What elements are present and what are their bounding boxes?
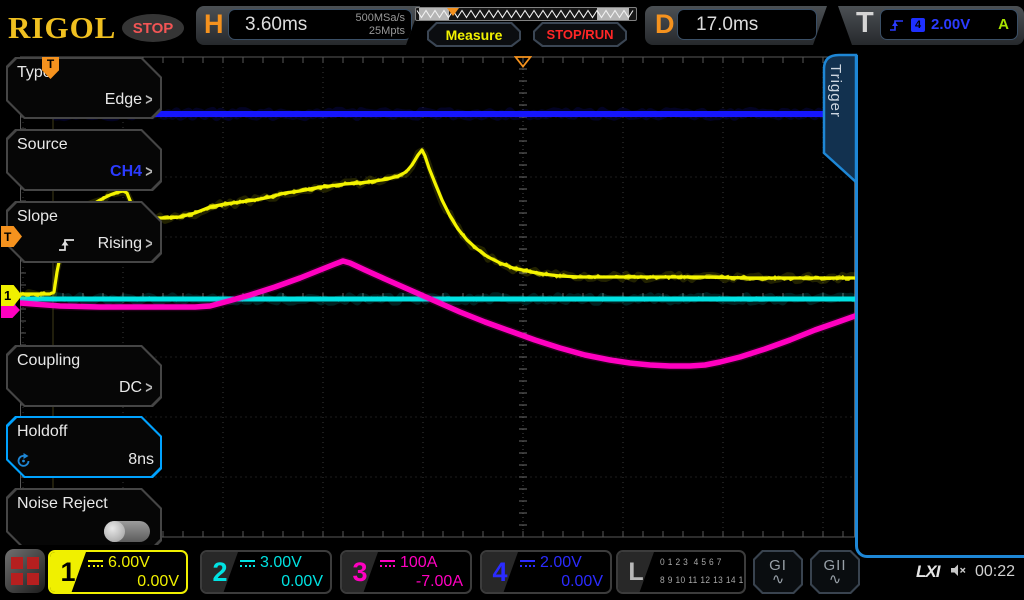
delay-value: 17.0ms xyxy=(696,14,758,36)
channel-1-offset: 0.00V xyxy=(137,573,179,591)
channel-1-status[interactable]: 1 6.00V 0.00V xyxy=(48,550,188,594)
channel-2-status[interactable]: 2 3.00V 0.00V xyxy=(200,550,332,594)
menu-item-slope[interactable]: Slope Rising> xyxy=(6,201,162,263)
digital-channels-status[interactable]: L 0 1 2 3 4 5 6 7 8 9 10 11 12 13 14 15 xyxy=(616,550,746,594)
menu-item-coupling[interactable]: Coupling DC> xyxy=(6,345,162,407)
menu-item-noise-reject[interactable]: Noise Reject xyxy=(6,488,162,550)
channel-2-number: 2 xyxy=(202,552,238,592)
measure-button[interactable]: Measure xyxy=(427,22,521,47)
channel-4-status[interactable]: 4 2.00V 0.00V xyxy=(480,550,612,594)
knob-icon xyxy=(15,452,32,469)
oscilloscope-screen: RIGOL STOP H 3.60ms 500MSa/s 25Mpts Meas… xyxy=(0,0,1024,600)
trigger-status-inset: 4 2.00V A xyxy=(880,9,1018,40)
delay-panel[interactable]: D 17.0ms xyxy=(645,6,827,45)
menu-item-holdoff[interactable]: Holdoff 8ns xyxy=(6,416,162,478)
rigol-logo: RIGOL xyxy=(8,10,116,46)
chevron-right-icon: > xyxy=(145,378,152,398)
trigger-position-icon xyxy=(447,8,459,16)
generator-1-button[interactable]: GI ∿ xyxy=(753,550,803,594)
dc-coupling-icon xyxy=(88,560,103,567)
digital-row-1: 0 1 2 3 4 5 6 7 xyxy=(660,557,722,567)
menu-grid-icon[interactable] xyxy=(5,549,45,593)
horizontal-center-marker xyxy=(514,56,532,68)
clock: 00:22 xyxy=(975,563,1015,581)
chevron-right-icon: > xyxy=(145,234,152,254)
sample-rate: 500MSa/s 25Mpts xyxy=(355,12,405,37)
trigger-tab-label: Trigger xyxy=(827,64,844,118)
chevron-right-icon: > xyxy=(145,162,152,182)
ch1-position-marker[interactable]: 1 xyxy=(1,285,22,306)
channel-2-offset: 0.00V xyxy=(281,573,323,591)
channel-1-number: 1 xyxy=(50,552,86,592)
horizontal-inset: 3.60ms 500MSa/s 25Mpts xyxy=(228,9,412,40)
dc-coupling-icon xyxy=(380,560,395,567)
trigger-source-badge: 4 xyxy=(911,18,925,32)
stop-run-button[interactable]: STOP/RUN xyxy=(533,22,627,47)
delay-inset: 17.0ms xyxy=(677,9,817,40)
lxi-badge: LXI xyxy=(916,562,939,582)
generator-2-button[interactable]: GII ∿ xyxy=(810,550,860,594)
sine-icon: ∿ xyxy=(772,572,785,587)
measure-button-label: Measure xyxy=(429,24,519,45)
sine-icon: ∿ xyxy=(829,572,842,587)
channel-2-scale: 3.00V xyxy=(260,554,302,572)
channel-4-scale: 2.00V xyxy=(540,554,582,572)
menu-item-type[interactable]: Type Edge> xyxy=(6,57,162,119)
channel-3-status[interactable]: 3 100A -7.00A xyxy=(340,550,472,594)
digital-row-2: 8 9 10 11 12 13 14 15 xyxy=(660,575,746,585)
channel-3-scale: 100A xyxy=(400,554,437,572)
channel-4-offset: 0.00V xyxy=(561,573,603,591)
channel-1-scale: 6.00V xyxy=(108,554,150,572)
trigger-status-label: T xyxy=(856,7,874,40)
menu-item-source[interactable]: Source CH4> xyxy=(6,129,162,191)
horizontal-label: H xyxy=(204,9,224,40)
speaker-muted-icon xyxy=(950,563,968,578)
digital-label: L xyxy=(618,552,654,592)
stop-run-button-label: STOP/RUN xyxy=(535,24,625,45)
channel-3-number: 3 xyxy=(342,552,378,592)
timebase-value: 3.60ms xyxy=(245,14,307,36)
channel-3-offset: -7.00A xyxy=(416,573,463,591)
trigger-level-value: 2.00V xyxy=(931,16,970,33)
trigger-menu-panel xyxy=(855,55,1024,558)
delay-label: D xyxy=(655,9,675,40)
dc-coupling-icon xyxy=(240,560,255,567)
memory-position-bar[interactable] xyxy=(415,7,637,21)
chevron-right-icon: > xyxy=(145,90,152,110)
trigger-sweep-mode: A xyxy=(998,16,1009,33)
channel-4-number: 4 xyxy=(482,552,518,592)
noise-reject-toggle[interactable] xyxy=(104,521,150,542)
rising-edge-icon xyxy=(58,237,76,252)
dc-coupling-icon xyxy=(520,560,535,567)
horizontal-panel[interactable]: H 3.60ms 500MSa/s 25Mpts xyxy=(196,6,420,45)
rising-edge-icon xyxy=(889,18,905,32)
trigger-status-panel[interactable]: T 4 2.00V A xyxy=(838,6,1024,45)
run-state-badge: STOP xyxy=(122,14,184,42)
